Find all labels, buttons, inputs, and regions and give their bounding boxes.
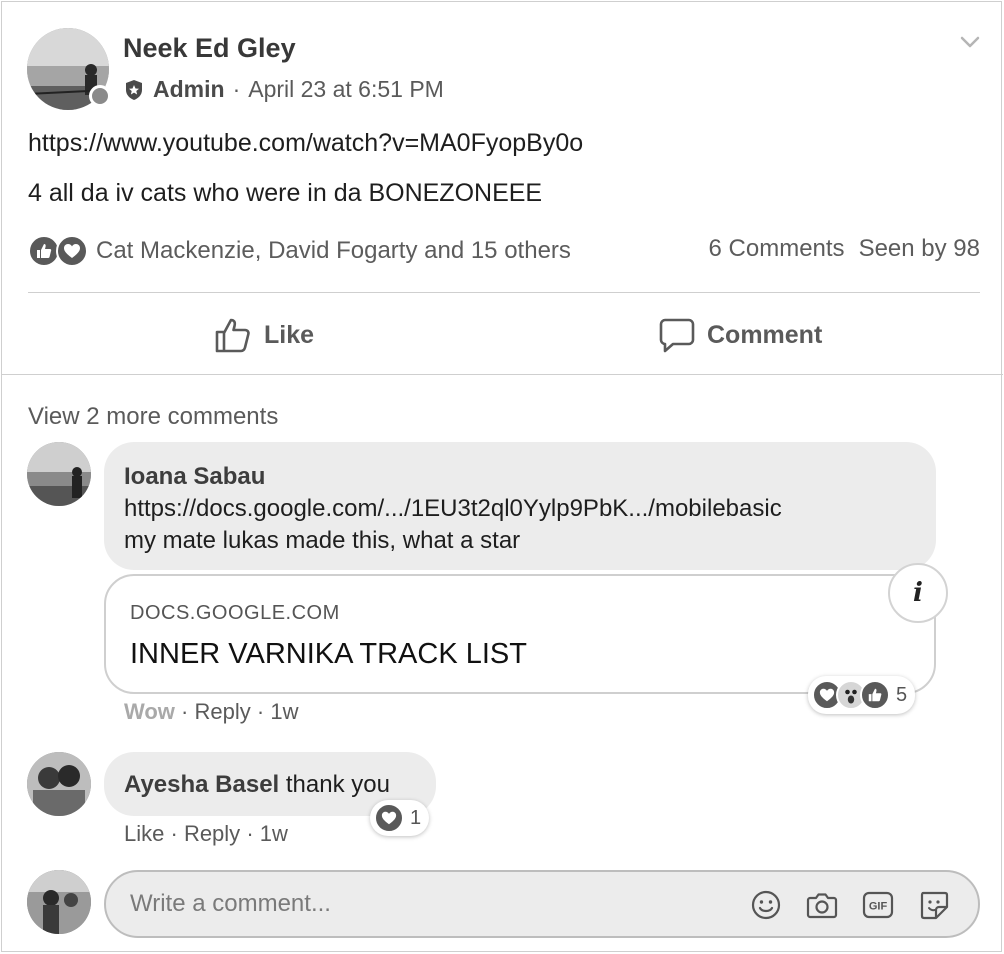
like-icon xyxy=(860,680,890,710)
like-label: Like xyxy=(264,320,315,349)
comment-link[interactable]: https://docs.google.com/.../1EU3t2ql0Yyl… xyxy=(124,493,782,525)
link-preview-domain: DOCS.GOOGLE.COM xyxy=(130,602,340,624)
action-separator: · xyxy=(170,821,178,846)
comment-time[interactable]: 1w xyxy=(260,821,288,846)
speech-bubble-icon xyxy=(659,317,695,353)
info-icon[interactable]: i xyxy=(888,563,948,623)
comment-label: Comment xyxy=(707,320,823,349)
reactions-summary: Cat Mackenzie, David Fogarty and 15 othe… xyxy=(28,235,980,271)
like-link[interactable]: Like xyxy=(124,821,164,846)
meta-separator: · xyxy=(232,76,241,102)
like-button[interactable]: Like xyxy=(214,312,314,358)
comment-actions: Like · Reply · 1w xyxy=(124,821,288,847)
action-separator: · xyxy=(246,821,254,846)
comment-input[interactable] xyxy=(130,872,710,936)
seen-by-count[interactable]: Seen by 98 xyxy=(859,235,980,263)
divider xyxy=(28,292,980,293)
comment-reactions[interactable]: 1 xyxy=(370,800,430,836)
comment-reactions[interactable]: 5 xyxy=(808,676,916,714)
comment-body: Ayesha Basel thank you xyxy=(124,770,390,800)
commenter-avatar[interactable] xyxy=(27,752,91,816)
link-preview-title: INNER VARNIKA TRACK LIST xyxy=(130,638,527,670)
love-icon[interactable] xyxy=(56,235,88,267)
reaction-names[interactable]: Cat Mackenzie, David Fogarty and 15 othe… xyxy=(96,237,571,265)
post-text: 4 all da iv cats who were in da BONEZONE… xyxy=(28,179,543,207)
sticker-icon[interactable] xyxy=(918,889,950,921)
action-separator: · xyxy=(256,699,265,724)
reply-link[interactable]: Reply xyxy=(184,821,240,846)
emoji-icon[interactable] xyxy=(750,889,782,921)
divider xyxy=(2,374,1003,375)
comment-text: thank you xyxy=(285,771,390,798)
reaction-wow-link[interactable]: Wow xyxy=(124,699,175,724)
admin-badge-icon xyxy=(123,79,145,101)
admin-label: Admin xyxy=(153,76,225,102)
status-indicator xyxy=(89,85,111,107)
comments-count[interactable]: 6 Comments xyxy=(709,235,845,263)
link-preview-card[interactable]: DOCS.GOOGLE.COM INNER VARNIKA TRACK LIST xyxy=(104,574,936,694)
commenter-name[interactable]: Ayesha Basel xyxy=(124,771,279,798)
post-card: Neek Ed Gley Admin · April 23 at 6:51 PM… xyxy=(1,1,1003,952)
comment-composer: GIF xyxy=(104,870,980,938)
thumbs-up-icon xyxy=(214,316,252,354)
reaction-count: 5 xyxy=(896,683,908,706)
svg-text:GIF: GIF xyxy=(869,901,888,913)
reply-link[interactable]: Reply xyxy=(195,699,251,724)
comment-time[interactable]: 1w xyxy=(270,699,298,724)
reaction-count: 1 xyxy=(410,806,422,829)
current-user-avatar[interactable] xyxy=(27,870,91,934)
comment-actions: Wow · Reply · 1w xyxy=(124,699,298,725)
post-timestamp[interactable]: April 23 at 6:51 PM xyxy=(248,76,444,103)
love-icon xyxy=(374,803,404,833)
view-more-comments-link[interactable]: View 2 more comments xyxy=(28,403,278,431)
comment-text: my mate lukas made this, what a star xyxy=(124,527,521,554)
post-link[interactable]: https://www.youtube.com/watch?v=MA0FyopB… xyxy=(28,129,583,158)
gif-icon[interactable]: GIF xyxy=(862,889,894,921)
author-name[interactable]: Neek Ed Gley xyxy=(123,33,296,64)
action-separator: · xyxy=(181,699,189,724)
commenter-name[interactable]: Ioana Sabau xyxy=(124,461,782,493)
chevron-down-icon[interactable] xyxy=(958,30,982,54)
camera-icon[interactable] xyxy=(806,889,838,921)
post-meta: Admin · April 23 at 6:51 PM xyxy=(123,76,444,103)
commenter-avatar[interactable] xyxy=(27,442,91,506)
comment-body: Ioana Sabau https://docs.google.com/.../… xyxy=(124,461,782,557)
comment-button[interactable]: Comment xyxy=(659,312,822,358)
